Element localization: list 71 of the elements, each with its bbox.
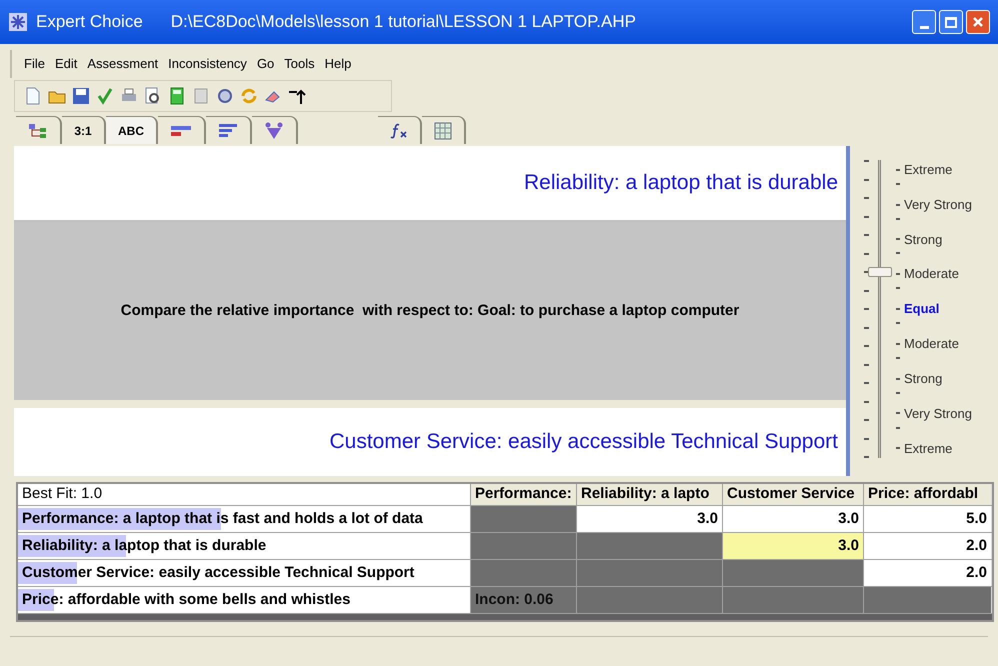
matrix-cell[interactable]	[576, 587, 722, 613]
maximize-button[interactable]	[939, 10, 963, 34]
tab[interactable]	[422, 116, 466, 144]
slider-thumb[interactable]	[868, 266, 892, 277]
tab[interactable]	[16, 116, 62, 144]
row-label: Customer Service: easily accessible Technical Support	[21, 562, 416, 583]
question-text: Compare the relative importance with respect to: Goal: to purchase a laptop computer	[120, 300, 740, 321]
scale-label: Very Strong	[904, 196, 972, 214]
row-header[interactable]: Reliability: a laptop that is durable	[18, 533, 470, 559]
tab[interactable]: 3:1	[62, 116, 106, 144]
column-header[interactable]: Price: affordabl	[863, 484, 991, 505]
minimize-button[interactable]	[912, 10, 936, 34]
matrix-cell[interactable]	[722, 587, 863, 613]
tab[interactable]	[158, 116, 206, 144]
matrix-cell[interactable]: Incon: 0.06	[470, 587, 576, 613]
matrix-cell[interactable]	[576, 533, 722, 559]
menu-item[interactable]: File	[24, 54, 45, 74]
menu-item[interactable]: Go	[256, 54, 274, 74]
scale-label: Strong	[904, 370, 942, 388]
bar-chart-icon	[218, 122, 238, 138]
row-header[interactable]: Customer Service: easily accessible Technical Support	[18, 560, 470, 586]
scale-label: Moderate	[904, 335, 959, 354]
file-path: D:\EC8Doc\Models\lesson 1 tutorial\LESSON 1 LAPTOP.AHP	[170, 11, 636, 34]
column-header[interactable]: Performance:	[470, 484, 576, 505]
row-label: Performance: a laptop that is fast and holds a lot of data	[21, 508, 424, 529]
matrix-cell[interactable]	[470, 506, 576, 532]
column-header[interactable]: Customer Service	[722, 484, 863, 505]
matrix-cell[interactable]: 3.0	[722, 506, 863, 532]
scale-label: Strong	[904, 230, 942, 249]
scale-label: Equal	[904, 300, 940, 318]
window-title: Expert Choice	[36, 11, 143, 34]
menu-item[interactable]: Assessment	[87, 54, 158, 74]
scale-label: Extreme	[904, 161, 952, 179]
scale-label: Very Strong	[904, 404, 972, 423]
matrix-cell[interactable]	[470, 560, 576, 586]
save-icon[interactable]	[71, 86, 91, 106]
matrix-cell[interactable]: 3.0	[576, 506, 722, 532]
row-label: Reliability: a laptop that is durable	[21, 536, 268, 556]
row-label: Price: affordable with some bells and whistles	[21, 590, 352, 610]
row-header[interactable]: Price: affordable with some bells and whistles	[18, 587, 470, 613]
menu-item[interactable]: Edit	[54, 54, 78, 74]
row-header[interactable]: Performance: a laptop that is fast and holds a lot of data	[18, 506, 470, 532]
menu-item[interactable]: Help	[324, 54, 352, 74]
hierarchy-icon	[28, 122, 48, 138]
menu-item[interactable]: Tools	[284, 54, 315, 74]
sensitivity-icon	[264, 122, 284, 140]
grid-icon	[434, 122, 452, 140]
scale-label: Extreme	[904, 440, 952, 458]
best-fit-label: Best Fit: 1.0	[18, 484, 470, 505]
tab[interactable]	[206, 116, 252, 144]
matrix-cell[interactable]	[863, 587, 991, 613]
tab[interactable]	[252, 116, 298, 144]
matrix-cell[interactable]: 3.0	[722, 533, 863, 559]
element-label: Reliability: a laptop that is durable	[524, 170, 838, 196]
close-button[interactable]	[966, 10, 990, 34]
matrix-cell[interactable]: 2.0	[863, 560, 991, 586]
menu-item[interactable]: Inconsistency	[168, 54, 247, 74]
function-icon	[390, 122, 408, 138]
close-icon	[972, 16, 984, 28]
bar-chart-icon	[170, 124, 192, 138]
matrix-cell[interactable]: 2.0	[863, 533, 991, 559]
matrix-cell[interactable]: 5.0	[863, 506, 991, 532]
matrix-cell[interactable]	[576, 560, 722, 586]
tab[interactable]	[378, 116, 422, 144]
tab[interactable]: ABC	[106, 116, 158, 144]
matrix-cell[interactable]	[470, 533, 576, 559]
element-label: Customer Service: easily accessible Technical Support	[329, 429, 838, 456]
app-icon	[8, 12, 28, 32]
column-header[interactable]: Reliability: a lapto	[576, 484, 722, 505]
matrix-cell[interactable]	[722, 560, 863, 586]
scale-label: Moderate	[904, 265, 959, 284]
